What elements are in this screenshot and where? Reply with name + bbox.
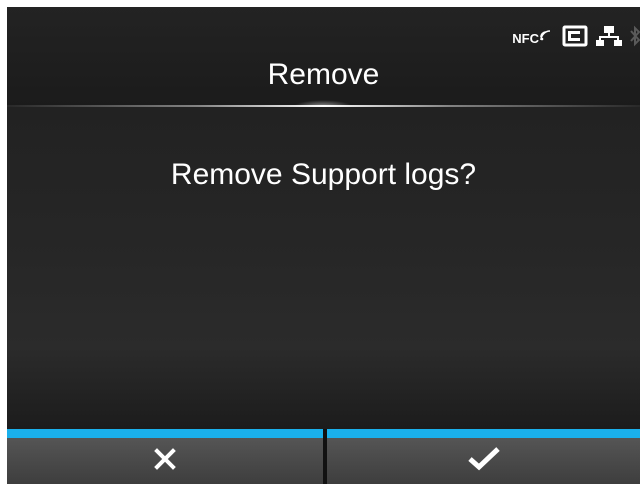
confirm-button[interactable] bbox=[327, 429, 640, 484]
confirmation-message: Remove Support logs? bbox=[170, 158, 477, 191]
printer-display: NFC Remove Remove Support logs? bbox=[7, 7, 640, 484]
status-bar: NFC bbox=[512, 23, 640, 53]
network-icon bbox=[596, 25, 622, 52]
nfc-label: NFC bbox=[512, 30, 539, 46]
confirm-button-accent bbox=[327, 429, 640, 438]
bluetooth-icon bbox=[630, 24, 640, 53]
cancel-button-accent bbox=[7, 429, 323, 438]
close-icon bbox=[154, 447, 176, 475]
dialog-body: Remove Support logs? bbox=[7, 107, 640, 429]
nfc-icon: NFC bbox=[512, 29, 552, 46]
cancel-button-face bbox=[7, 438, 323, 484]
page-title: Remove bbox=[267, 58, 380, 91]
header: NFC Remove bbox=[7, 7, 640, 114]
softkey-bar bbox=[7, 429, 640, 484]
check-icon bbox=[467, 446, 501, 477]
confirm-button-face bbox=[327, 438, 640, 484]
sd-card-icon bbox=[562, 25, 588, 52]
cancel-button[interactable] bbox=[7, 429, 323, 484]
